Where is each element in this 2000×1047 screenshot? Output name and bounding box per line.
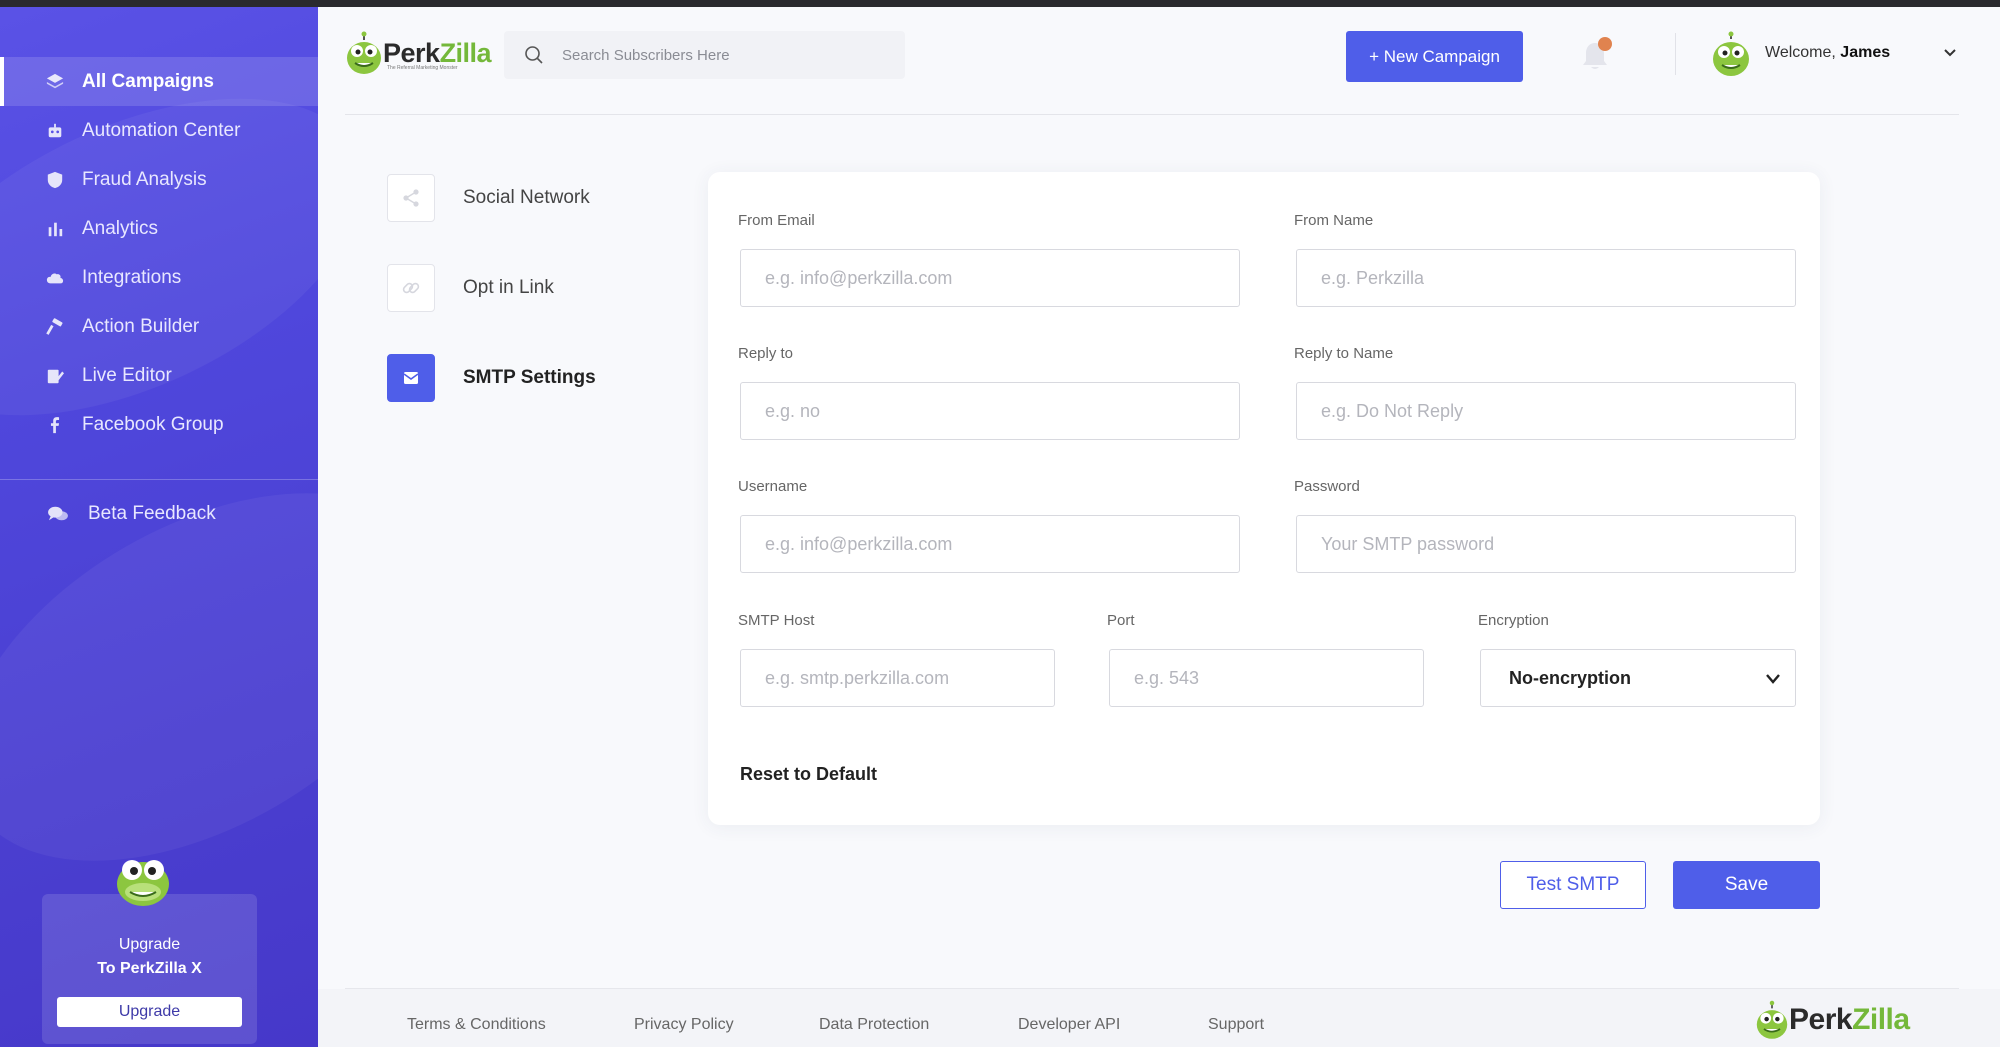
- user-name: James: [1840, 44, 1891, 61]
- sidebar-item-label: Action Builder: [82, 315, 200, 337]
- link-icon: [387, 264, 435, 312]
- edit-icon: [44, 365, 66, 387]
- logo-tagline: The Referral Marketing Monster: [387, 65, 458, 71]
- robot-icon: [44, 120, 66, 142]
- chevron-down-icon: [1766, 674, 1780, 684]
- encryption-label: Encryption: [1478, 612, 1549, 629]
- sidebar-item-action-builder[interactable]: Action Builder: [0, 302, 318, 351]
- sidebar-item-fraud-analysis[interactable]: Fraud Analysis: [0, 155, 318, 204]
- footer-link-data-protection[interactable]: Data Protection: [819, 1016, 929, 1034]
- username-field[interactable]: [740, 515, 1240, 573]
- facebook-icon: [44, 414, 66, 436]
- from-name-field[interactable]: [1296, 249, 1796, 307]
- sidebar-item-label: All Campaigns: [82, 70, 214, 92]
- cloud-icon: [44, 267, 66, 289]
- footer: [318, 989, 2000, 1047]
- bar-chart-icon: [44, 218, 66, 240]
- new-campaign-button[interactable]: + New Campaign: [1346, 31, 1523, 82]
- footer-logo-wordmark: PerkZilla: [1789, 1003, 1910, 1036]
- chevron-down-icon[interactable]: [1943, 48, 1957, 58]
- logo-wordmark: PerkZilla: [383, 37, 492, 68]
- sidebar-item-beta-feedback[interactable]: Beta Feedback: [0, 489, 318, 538]
- avatar[interactable]: [1710, 31, 1752, 77]
- chat-bubbles-icon: [46, 503, 70, 525]
- sidebar-item-all-campaigns[interactable]: All Campaigns: [0, 57, 318, 106]
- sidebar-item-analytics[interactable]: Analytics: [0, 204, 318, 253]
- header-divider: [1675, 33, 1676, 75]
- hammer-icon: [44, 316, 66, 338]
- sidebar-item-label: Fraud Analysis: [82, 168, 207, 190]
- sidebar-item-label: Integrations: [82, 266, 182, 288]
- settings-tab-label: Opt in Link: [463, 277, 554, 298]
- brand-logo[interactable]: PerkZilla The Referral Marketing Monster: [345, 31, 492, 75]
- reply-to-name-label: Reply to Name: [1294, 345, 1394, 362]
- envelope-icon: [387, 354, 435, 402]
- sidebar-item-integrations[interactable]: Integrations: [0, 253, 318, 302]
- notification-badge: [1598, 37, 1612, 51]
- from-email-field[interactable]: [740, 249, 1240, 307]
- save-button[interactable]: Save: [1673, 861, 1820, 909]
- upgrade-card: Upgrade To PerkZilla X Upgrade: [42, 894, 257, 1044]
- layers-icon: [44, 71, 66, 93]
- sidebar-item-facebook-group[interactable]: Facebook Group: [0, 400, 318, 449]
- share-icon: [387, 174, 435, 222]
- sidebar-item-label: Analytics: [82, 217, 159, 239]
- sidebar-item-label: Live Editor: [82, 364, 172, 386]
- upgrade-title: Upgrade: [118, 936, 181, 953]
- beta-feedback-label: Beta Feedback: [88, 502, 216, 524]
- settings-tab-social-network[interactable]: Social Network: [387, 174, 687, 222]
- username-label: Username: [738, 478, 808, 495]
- reset-to-default-button[interactable]: Reset to Default: [740, 764, 877, 785]
- header-separator: [345, 114, 1959, 115]
- footer-link-support[interactable]: Support: [1208, 1016, 1264, 1034]
- port-label: Port: [1107, 612, 1135, 629]
- reply-to-label: Reply to: [738, 345, 794, 362]
- search-icon: [525, 46, 543, 64]
- encryption-select[interactable]: No-encryption: [1480, 649, 1796, 707]
- reply-to-name-field[interactable]: [1296, 382, 1796, 440]
- password-field[interactable]: [1296, 515, 1796, 573]
- settings-tab-opt-in-link[interactable]: Opt in Link: [387, 264, 687, 312]
- sidebar-item-label: Automation Center: [82, 119, 241, 141]
- settings-tab-smtp-settings[interactable]: SMTP Settings: [387, 354, 687, 402]
- test-smtp-button[interactable]: Test SMTP: [1500, 861, 1646, 909]
- port-field[interactable]: [1109, 649, 1424, 707]
- upgrade-subtitle: To PerkZilla X: [97, 960, 202, 977]
- from-name-label: From Name: [1294, 212, 1374, 229]
- settings-tab-label: SMTP Settings: [463, 367, 596, 388]
- sidebar-item-label: Facebook Group: [82, 413, 224, 435]
- encryption-value: No-encryption: [1509, 667, 1632, 688]
- shield-icon: [44, 169, 66, 191]
- mascot-icon: [117, 860, 169, 906]
- footer-separator: [345, 988, 1959, 989]
- smtp-host-field[interactable]: [740, 649, 1055, 707]
- sidebar-item-automation-center[interactable]: Automation Center: [0, 106, 318, 155]
- footer-link-privacy[interactable]: Privacy Policy: [634, 1016, 734, 1034]
- mascot-logo-icon: [347, 31, 381, 74]
- reply-to-field[interactable]: [740, 382, 1240, 440]
- footer-logo: PerkZilla: [1755, 1000, 1910, 1040]
- footer-link-developer-api[interactable]: Developer API: [1018, 1016, 1120, 1034]
- password-label: Password: [1294, 478, 1360, 495]
- sidebar-nav: All Campaigns Automation Center Fraud An…: [0, 57, 318, 449]
- search-bar: [504, 31, 905, 79]
- upgrade-button[interactable]: Upgrade: [57, 997, 242, 1027]
- sidebar-divider: [0, 479, 318, 480]
- window-top-strip: [0, 0, 2000, 7]
- footer-link-terms[interactable]: Terms & Conditions: [407, 1016, 546, 1034]
- from-email-label: From Email: [738, 212, 815, 229]
- welcome-text[interactable]: Welcome, James: [1765, 44, 1890, 62]
- mascot-logo-icon: [1756, 1000, 1788, 1039]
- sidebar-item-live-editor[interactable]: Live Editor: [0, 351, 318, 400]
- smtp-settings-card: From Email From Name Reply to Reply to N…: [708, 172, 1820, 825]
- smtp-host-label: SMTP Host: [738, 612, 815, 629]
- search-input[interactable]: [562, 46, 882, 64]
- settings-tab-label: Social Network: [463, 187, 590, 208]
